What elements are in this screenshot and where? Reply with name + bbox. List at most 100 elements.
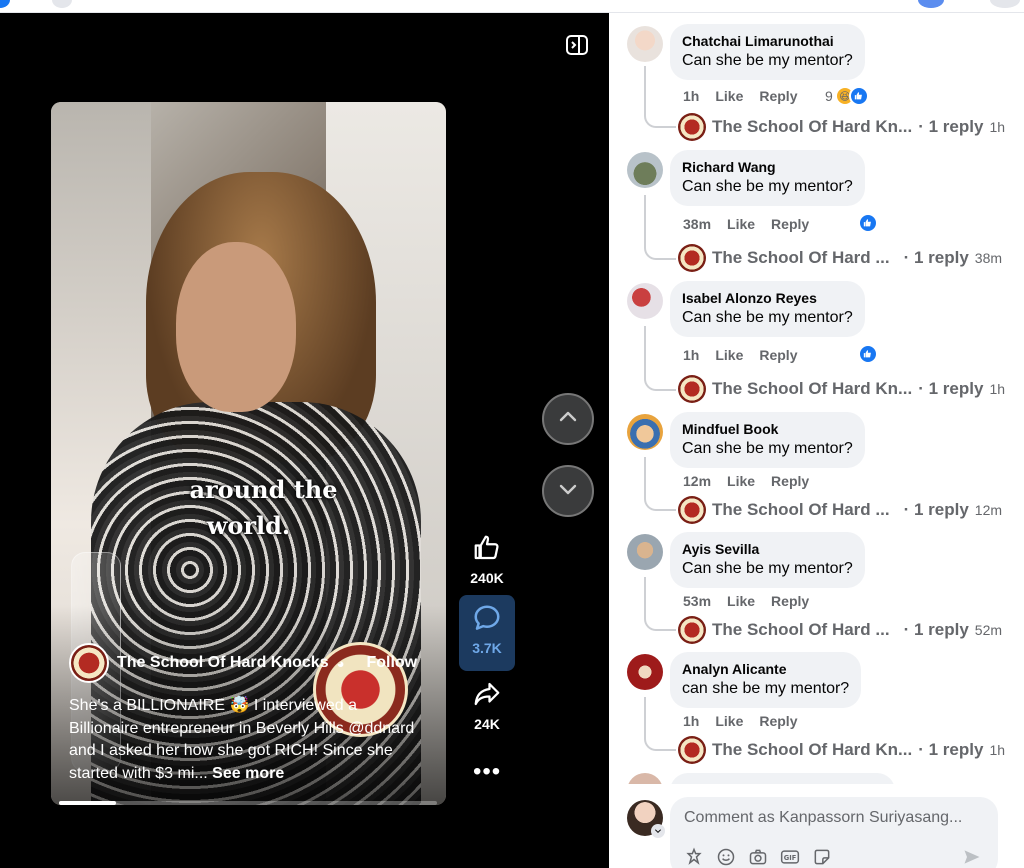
comment-reactions[interactable]: 9 😆	[825, 86, 869, 106]
like-action[interactable]: 240K	[457, 533, 517, 586]
commenter-avatar[interactable]	[627, 283, 663, 319]
notifications-badge-icon[interactable]	[918, 0, 944, 8]
commenter-name[interactable]: Mindfuel Book	[682, 420, 853, 438]
caption-line-2: world.	[206, 511, 291, 540]
reply-comment-button[interactable]: Reply	[759, 88, 797, 104]
previous-reel-button[interactable]	[542, 393, 594, 445]
reply-comment-button[interactable]: Reply	[771, 216, 809, 232]
app-logo-icon[interactable]	[0, 0, 10, 8]
commenter-avatar[interactable]	[627, 152, 663, 188]
reply-thread-line	[644, 457, 676, 511]
comments-pane[interactable]: Chatchai Limarunothai Can she be my ment…	[609, 13, 1024, 868]
like-count: 240K	[470, 570, 504, 586]
commenter-name[interactable]: Richard Wang	[682, 158, 853, 176]
like-comment-button[interactable]: Like	[727, 473, 755, 489]
comment-time[interactable]: 1h	[683, 347, 699, 363]
reply-author-name: The School Of Hard ...	[712, 248, 890, 267]
comment-bubble: Richard Wang Can she be my mentor?	[670, 150, 865, 206]
avatar-sticker-icon[interactable]	[684, 847, 704, 867]
reply-time: 1h	[989, 381, 1006, 397]
commenter-name[interactable]: Chatchai Limarunothai	[682, 32, 853, 50]
video-progress-fill	[59, 801, 116, 805]
reply-time: 52m	[974, 622, 1003, 638]
commenter-avatar[interactable]	[627, 414, 663, 450]
like-comment-button[interactable]: Like	[715, 713, 743, 729]
comment-reactions[interactable]	[858, 344, 878, 364]
view-replies-row[interactable]: The School Of Hard ... · 1 reply 12m	[678, 496, 1002, 524]
commenter-name[interactable]: Isabel Alonzo Reyes	[682, 289, 853, 307]
like-comment-button[interactable]: Like	[715, 88, 743, 104]
commenter-avatar[interactable]	[627, 654, 663, 690]
chevron-down-icon	[556, 477, 580, 506]
reply-time: 38m	[974, 250, 1003, 266]
sticker-icon[interactable]	[812, 847, 832, 867]
reply-comment-button[interactable]: Reply	[759, 713, 797, 729]
comment-bubble: Chatchai Limarunothai Can she be my ment…	[670, 24, 865, 80]
share-action[interactable]: 24K	[457, 679, 517, 732]
reel-video[interactable]: around the world. The School Of Hard Kno…	[51, 102, 446, 805]
reply-count: · 1 reply	[918, 379, 984, 398]
commenter-name[interactable]: Ayis Sevilla	[682, 540, 853, 558]
profile-menu-icon[interactable]	[990, 0, 1020, 8]
comment-time[interactable]: 38m	[683, 216, 711, 232]
reply-comment-button[interactable]: Reply	[771, 473, 809, 489]
next-reel-button[interactable]	[542, 465, 594, 517]
comment-input[interactable]: Comment as Kanpassorn Suriyasang... GIF	[670, 797, 998, 868]
camera-icon[interactable]	[748, 847, 768, 867]
comment-actions: 1h Like Reply	[683, 713, 797, 729]
follow-button[interactable]: Follow	[366, 654, 417, 672]
view-replies-row[interactable]: The School Of Hard Kn... · 1 reply 1h	[678, 113, 1005, 141]
share-arrow-icon	[472, 679, 502, 712]
view-replies-row[interactable]: The School Of Hard ... · 1 reply 52m	[678, 616, 1002, 644]
reply-author-name: The School Of Hard Kn...	[712, 379, 913, 398]
reply-author-name: The School Of Hard ...	[712, 620, 890, 639]
nav-button-icon[interactable]	[52, 0, 72, 8]
like-comment-button[interactable]: Like	[727, 593, 755, 609]
commenter-avatar[interactable]	[627, 534, 663, 570]
reply-author-name: The School Of Hard Kn...	[712, 117, 913, 136]
emoji-icon[interactable]	[716, 847, 736, 867]
send-comment-icon[interactable]	[962, 847, 982, 868]
author-avatar[interactable]	[69, 643, 109, 683]
author-name[interactable]: The School Of Hard Knocks	[117, 654, 329, 672]
comment-actions: 1h Like Reply	[683, 347, 797, 363]
comment-text: Can she be my mentor?	[682, 52, 853, 69]
view-replies-row[interactable]: The School Of Hard Kn... · 1 reply 1h	[678, 736, 1005, 764]
gif-icon[interactable]: GIF	[780, 847, 800, 867]
reply-thread-line	[644, 326, 676, 391]
view-replies-row[interactable]: The School Of Hard ... · 1 reply 38m	[678, 244, 1002, 272]
comment-actions: 12m Like Reply	[683, 473, 809, 489]
reply-author-avatar	[678, 244, 706, 272]
comment-bubble: Isabel Alonzo Reyes Can she be my mentor…	[670, 281, 865, 337]
like-comment-button[interactable]: Like	[727, 216, 755, 232]
view-replies-row[interactable]: The School Of Hard Kn... · 1 reply 1h	[678, 375, 1005, 403]
reply-count: · 1 reply	[903, 248, 969, 267]
reel-description: She's a BILLIONAIRE 🤯 I interviewed a Bi…	[69, 695, 429, 785]
comment-action[interactable]: 3.7K	[459, 595, 515, 671]
caption-line-1: around the	[189, 475, 338, 504]
comment-text: Can she be my mentor?	[682, 440, 853, 457]
comment-time[interactable]: 1h	[683, 88, 699, 104]
commenter-name[interactable]: Analyn Alicante	[682, 660, 849, 678]
more-options-icon[interactable]: •••	[473, 758, 501, 786]
comment-time[interactable]: 1h	[683, 713, 699, 729]
reply-author-name: The School Of Hard ...	[712, 500, 890, 519]
toggle-comments-icon[interactable]	[565, 33, 589, 57]
reply-comment-button[interactable]: Reply	[771, 593, 809, 609]
comment-text: Can she be my mentor?	[682, 309, 853, 326]
reply-author-avatar	[678, 616, 706, 644]
comment-reactions[interactable]	[858, 213, 878, 233]
like-comment-button[interactable]: Like	[715, 347, 743, 363]
reply-author-avatar	[678, 496, 706, 524]
see-more-link[interactable]: See more	[212, 765, 284, 782]
comment-time[interactable]: 12m	[683, 473, 711, 489]
comment-time[interactable]: 53m	[683, 593, 711, 609]
share-count: 24K	[474, 716, 500, 732]
avatar-menu-chevron-icon[interactable]	[651, 824, 665, 838]
reply-count: · 1 reply	[918, 117, 984, 136]
reply-thread-line	[644, 195, 676, 260]
video-progress-bar[interactable]	[59, 801, 437, 805]
commenter-avatar[interactable]	[627, 26, 663, 62]
reply-comment-button[interactable]: Reply	[759, 347, 797, 363]
partial-comment-avatar	[627, 773, 663, 784]
